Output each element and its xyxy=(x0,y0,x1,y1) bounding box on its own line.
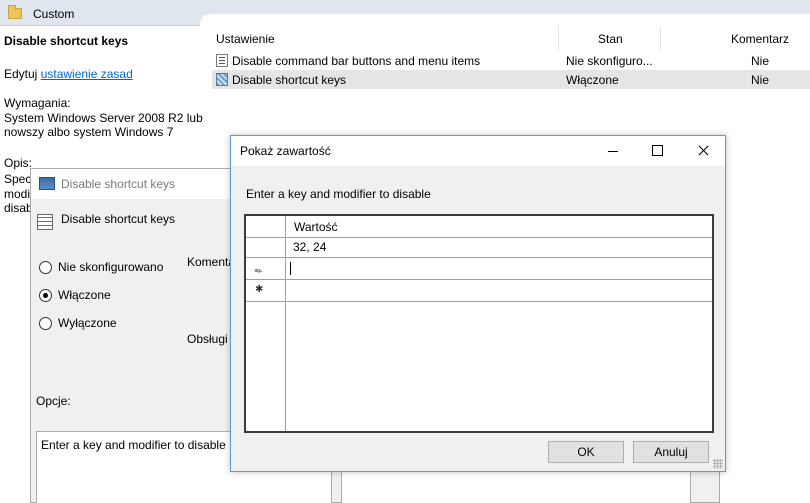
comment-label: Komenta xyxy=(187,255,236,269)
radio-not-configured[interactable] xyxy=(39,261,52,274)
minimize-icon xyxy=(608,151,618,152)
row-state: Włączone xyxy=(566,73,619,87)
maximize-icon xyxy=(652,145,663,156)
requirements-label: Wymagania: xyxy=(4,96,71,110)
edit-policy-link[interactable]: ustawienie zasad xyxy=(41,67,133,81)
radio-enabled-label[interactable]: Włączone xyxy=(58,288,111,302)
description-text: modi xyxy=(4,187,31,201)
resize-grip-icon[interactable] xyxy=(713,459,723,469)
cancel-button[interactable]: Anuluj xyxy=(633,441,709,463)
column-header-setting[interactable]: Ustawienie xyxy=(216,32,275,46)
values-grid: Wartość 32, 24 ✎ ✱ xyxy=(244,214,714,433)
policy-setting-icon xyxy=(216,73,228,86)
grid-row-new[interactable]: ✱ xyxy=(246,280,712,302)
radio-disabled[interactable] xyxy=(39,317,52,330)
close-button[interactable] xyxy=(681,136,725,166)
requirements-text: nowszy albo system Windows 7 xyxy=(4,125,174,139)
requirements-text: System Windows Server 2008 R2 lub xyxy=(4,111,203,125)
row-setting-name: Disable shortcut keys xyxy=(232,73,347,87)
row-comment: Nie xyxy=(751,54,770,68)
radio-disabled-label[interactable]: Wyłączone xyxy=(58,316,117,330)
column-header-value[interactable]: Wartość xyxy=(294,220,338,234)
policy-setting-icon xyxy=(37,214,53,230)
policy-list-icon xyxy=(216,54,228,67)
dialog-title: Disable shortcut keys xyxy=(61,177,176,191)
radio-not-configured-label[interactable]: Nie skonfigurowano xyxy=(58,260,163,274)
minimize-button[interactable] xyxy=(591,136,635,166)
dialog-prompt: Enter a key and modifier to disable xyxy=(246,187,431,201)
ok-button[interactable]: OK xyxy=(548,441,624,463)
new-row-star-icon: ✱ xyxy=(255,284,264,295)
grid-row[interactable]: 32, 24 xyxy=(246,236,712,258)
show-contents-dialog: Pokaż zawartość Enter a key and modifier… xyxy=(230,135,726,472)
supported-on-label: Obsługi xyxy=(187,332,228,346)
row-comment: Nie xyxy=(751,73,770,87)
list-row-command-bar[interactable]: Disable command bar buttons and menu ite… xyxy=(212,51,810,70)
radio-enabled[interactable] xyxy=(39,289,52,302)
grid-row-editing[interactable]: ✎ xyxy=(246,258,712,280)
dialog-titlebar[interactable]: Pokaż zawartość xyxy=(231,136,725,166)
row-setting-name: Disable command bar buttons and menu ite… xyxy=(232,54,481,68)
folder-title: Custom xyxy=(33,7,75,21)
setting-title: Disable shortcut keys xyxy=(4,34,129,48)
folder-icon xyxy=(8,5,22,19)
pencil-icon: ✎ xyxy=(252,264,265,278)
column-divider[interactable] xyxy=(558,26,559,50)
options-text: Enter a key and modifier to disable xyxy=(41,438,226,452)
edit-policy-line: Edytuj ustawienie zasad xyxy=(4,67,133,81)
column-header-state[interactable]: Stan xyxy=(598,32,623,46)
dialog-title: Pokaż zawartość xyxy=(240,144,331,158)
grid-header-row: Wartość xyxy=(246,216,712,238)
description-label: Opis: xyxy=(4,156,33,170)
value-cell[interactable]: 32, 24 xyxy=(293,240,326,254)
policy-header: Disable shortcut keys xyxy=(61,212,176,226)
text-cursor[interactable] xyxy=(290,262,291,275)
description-text: disab xyxy=(4,201,33,215)
options-label: Opcje: xyxy=(36,394,71,408)
row-state: Nie skonfiguro... xyxy=(566,54,653,68)
policy-window-icon xyxy=(39,177,55,190)
column-header-comment[interactable]: Komentarz xyxy=(731,32,789,46)
maximize-button[interactable] xyxy=(635,136,679,166)
list-row-disable-shortcut-keys[interactable]: Disable shortcut keys Włączone Nie xyxy=(212,70,810,89)
column-divider[interactable] xyxy=(660,26,661,50)
